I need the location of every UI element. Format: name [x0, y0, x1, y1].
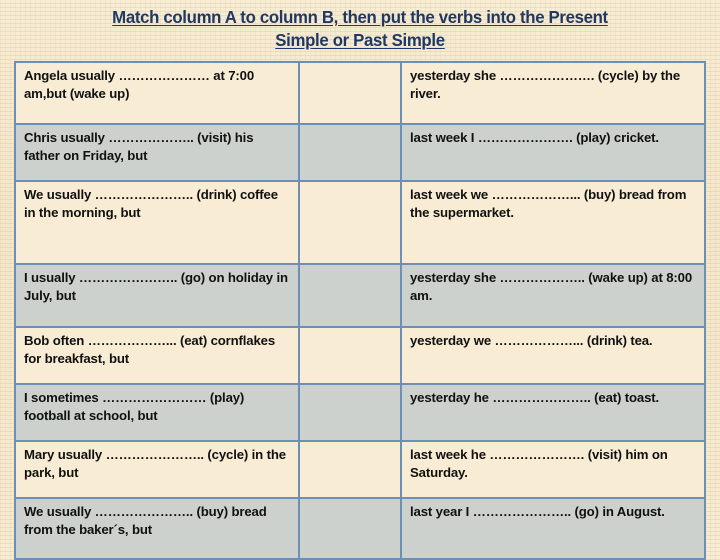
column-b-text: last year I ………………….. (go) in August.: [410, 504, 665, 519]
answer-cell[interactable]: [298, 263, 402, 328]
page-title: Match column A to column B, then put the…: [14, 6, 706, 52]
column-b-text: yesterday she …………………. (cycle) by the ri…: [410, 68, 681, 101]
answer-cell[interactable]: [298, 497, 402, 560]
column-b-cell: last year I ………………….. (go) in August.: [400, 497, 706, 560]
page-title-line-2: Simple or Past Simple: [275, 30, 445, 50]
table-row: Chris usually ……………….. (visit) his fathe…: [14, 123, 706, 182]
column-a-text: We usually ………………….. (buy) bread from th…: [24, 504, 267, 537]
table-row: I usually ………………….. (go) on holiday in J…: [14, 263, 706, 328]
answer-cell[interactable]: [298, 440, 402, 499]
matching-exercise-table-body: Angela usually ………………… at 7:00 am,but (w…: [14, 61, 706, 560]
column-b-cell: last week he …………………. (visit) him on Sat…: [400, 440, 706, 499]
column-a-text: Angela usually ………………… at 7:00 am,but (w…: [24, 68, 254, 101]
column-a-cell: We usually ………………….. (drink) coffee in t…: [14, 180, 300, 265]
table-row: Angela usually ………………… at 7:00 am,but (w…: [14, 61, 706, 125]
column-a-text: I sometimes …………………… (play) football at …: [24, 390, 245, 423]
page-title-line-1: Match column A to column B, then put the…: [112, 7, 608, 27]
column-a-text: Chris usually ……………….. (visit) his fathe…: [24, 130, 254, 163]
column-b-text: last week he …………………. (visit) him on Sat…: [410, 447, 668, 480]
table-row: Bob often ………………... (eat) cornflakes for…: [14, 326, 706, 385]
column-a-cell: Mary usually ………………….. (cycle) in the pa…: [14, 440, 300, 499]
column-a-cell: I usually ………………….. (go) on holiday in J…: [14, 263, 300, 328]
column-b-cell: last week I …………………. (play) cricket.: [400, 123, 706, 182]
column-b-cell: yesterday he ………………….. (eat) toast.: [400, 383, 706, 442]
column-b-cell: yesterday we ………………... (drink) tea.: [400, 326, 706, 385]
column-a-text: We usually ………………….. (drink) coffee in t…: [24, 187, 278, 220]
table-row: We usually ………………….. (buy) bread from th…: [14, 497, 706, 560]
column-b-cell: yesterday she ……………….. (wake up) at 8:00…: [400, 263, 706, 328]
column-b-text: last week we ………………... (buy) bread from …: [410, 187, 687, 220]
answer-cell[interactable]: [298, 326, 402, 385]
column-b-cell: yesterday she …………………. (cycle) by the ri…: [400, 61, 706, 125]
column-a-cell: Angela usually ………………… at 7:00 am,but (w…: [14, 61, 300, 125]
column-a-text: Bob often ………………... (eat) cornflakes for…: [24, 333, 276, 366]
column-b-text: yesterday he ………………….. (eat) toast.: [410, 390, 660, 405]
column-b-text: yesterday we ………………... (drink) tea.: [410, 333, 653, 348]
column-b-text: yesterday she ……………….. (wake up) at 8:00…: [410, 270, 693, 303]
column-a-cell: Bob often ………………... (eat) cornflakes for…: [14, 326, 300, 385]
answer-cell[interactable]: [298, 61, 402, 125]
column-b-cell: last week we ………………... (buy) bread from …: [400, 180, 706, 265]
answer-cell[interactable]: [298, 123, 402, 182]
table-row: We usually ………………….. (drink) coffee in t…: [14, 180, 706, 265]
answer-cell[interactable]: [298, 383, 402, 442]
column-b-text: last week I …………………. (play) cricket.: [410, 130, 659, 145]
column-a-cell: We usually ………………….. (buy) bread from th…: [14, 497, 300, 560]
column-a-text: I usually ………………….. (go) on holiday in J…: [24, 270, 288, 303]
matching-exercise-table: Angela usually ………………… at 7:00 am,but (w…: [14, 61, 706, 560]
column-a-cell: Chris usually ……………….. (visit) his fathe…: [14, 123, 300, 182]
worksheet-page: Match column A to column B, then put the…: [0, 0, 720, 560]
table-row: I sometimes …………………… (play) football at …: [14, 383, 706, 442]
column-a-text: Mary usually ………………….. (cycle) in the pa…: [24, 447, 286, 480]
column-a-cell: I sometimes …………………… (play) football at …: [14, 383, 300, 442]
table-row: Mary usually ………………….. (cycle) in the pa…: [14, 440, 706, 499]
answer-cell[interactable]: [298, 180, 402, 265]
